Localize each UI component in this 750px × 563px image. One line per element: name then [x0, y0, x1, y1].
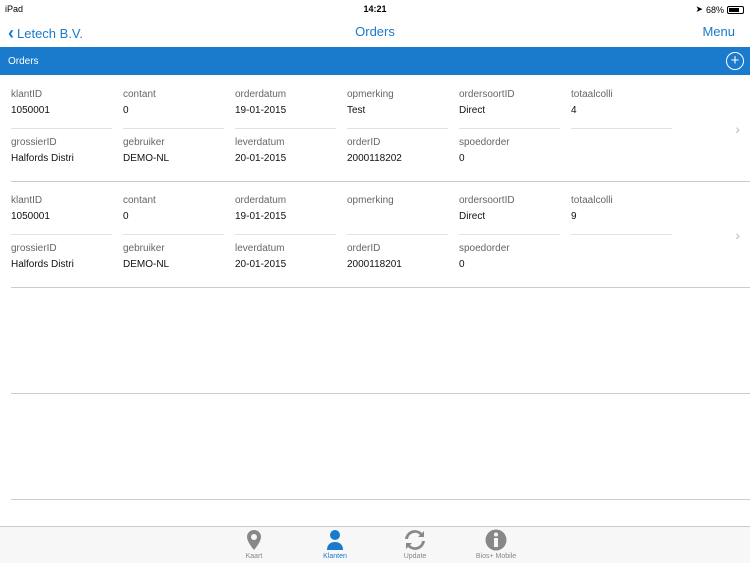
field-label: opmerking [347, 89, 394, 100]
field-label: leverdatum [235, 137, 285, 148]
field-contant: contant 0 [123, 195, 224, 235]
field-totaalcolli: totaalcolli 9 [571, 195, 672, 235]
field-label: spoedorder [459, 243, 510, 254]
person-icon [327, 530, 343, 550]
field-label: spoedorder [459, 137, 510, 148]
field-label: totaalcolli [571, 195, 613, 206]
field-value: DEMO-NL [123, 153, 170, 164]
field-value: 0 [459, 153, 465, 164]
section-title: Orders [8, 56, 39, 67]
field-label: orderID [347, 137, 381, 148]
field-label: klantID [11, 89, 43, 100]
chevron-right-icon: › [735, 227, 740, 243]
field-label: orderdatum [235, 195, 287, 206]
field-value: 19-01-2015 [235, 211, 287, 222]
chevron-right-icon: › [735, 121, 740, 137]
field-value: 1050001 [11, 211, 50, 222]
field-klantid: klantID 1050001 [11, 89, 112, 129]
field-gebruiker: gebruiker DEMO-NL [123, 137, 224, 171]
empty-row [11, 288, 750, 394]
field-label: leverdatum [235, 243, 285, 254]
field-label: grossierID [11, 137, 57, 148]
field-value: 0 [459, 259, 465, 270]
location-icon: ➤ [695, 4, 703, 14]
empty-row [11, 394, 750, 500]
field-value: 9 [571, 211, 577, 222]
field-value: 4 [571, 105, 577, 116]
tab-bar: Kaart Klanten Update Bios+ Mobile [0, 526, 750, 563]
battery-percent: 68% [705, 4, 724, 15]
field-label: orderID [347, 243, 381, 254]
field-spoedorder: spoedorder 0 [459, 137, 560, 171]
field-orderid: orderID 2000118202 [347, 137, 448, 171]
status-bar: iPad 14:21 ➤ 68% [0, 0, 750, 18]
tab-bios-mobile[interactable]: Bios+ Mobile [466, 529, 526, 560]
field-label: contant [123, 195, 156, 206]
order-row[interactable]: klantID 1050001 contant 0 orderdatum 19-01-20… [11, 181, 750, 288]
tab-update[interactable]: Update [385, 529, 445, 560]
field-value [347, 211, 448, 229]
order-row[interactable]: klantID 1050001 contant 0 orderdatum 19-01-20… [11, 75, 750, 182]
page-title: Orders [355, 24, 395, 39]
field-opmerking: opmerking [347, 195, 448, 235]
field-value: 0 [123, 105, 129, 116]
add-order-button[interactable]: + [726, 52, 744, 70]
field-value: Direct [459, 105, 486, 116]
field-ordersoortid: ordersoortID Direct [459, 195, 560, 235]
field-label: gebruiker [123, 137, 165, 148]
field-value: Test [347, 105, 366, 116]
field-gebruiker: gebruiker DEMO-NL [123, 243, 224, 277]
field-leverdatum: leverdatum 20-01-2015 [235, 137, 336, 171]
field-label: gebruiker [123, 243, 165, 254]
section-header: Orders + [0, 47, 750, 75]
field-opmerking: opmerking Test [347, 89, 448, 129]
field-value: Halfords Distri [11, 153, 74, 164]
tab-kaart[interactable]: Kaart [224, 529, 284, 560]
clock: 14:21 [363, 4, 387, 14]
field-value: 0 [123, 211, 129, 222]
field-value: 19-01-2015 [235, 105, 287, 116]
field-grossierid: grossierID Halfords Distri [11, 137, 112, 171]
field-label: contant [123, 89, 156, 100]
field-label: orderdatum [235, 89, 287, 100]
field-label: totaalcolli [571, 89, 613, 100]
field-ordersoortid: ordersoortID Direct [459, 89, 560, 129]
field-value: 1050001 [11, 105, 50, 116]
info-icon [485, 529, 507, 551]
field-value: 2000118202 [347, 153, 402, 164]
field-label: klantID [11, 195, 43, 206]
field-value: 20-01-2015 [235, 153, 287, 164]
field-value: DEMO-NL [123, 259, 170, 270]
field-spoedorder: spoedorder 0 [459, 243, 560, 277]
field-value: 20-01-2015 [235, 259, 287, 270]
field-klantid: klantID 1050001 [11, 195, 112, 235]
field-totaalcolli: totaalcolli 4 [571, 89, 672, 129]
field-orderid: orderID 2000118201 [347, 243, 448, 277]
field-value: Direct [459, 211, 486, 222]
map-pin-icon [247, 530, 261, 550]
field-value: Halfords Distri [11, 259, 74, 270]
field-label: ordersoortID [459, 89, 515, 100]
menu-button[interactable]: Menu [702, 24, 735, 39]
field-label: grossierID [11, 243, 57, 254]
field-leverdatum: leverdatum 20-01-2015 [235, 243, 336, 277]
field-label: opmerking [347, 195, 394, 206]
field-orderdatum: orderdatum 19-01-2015 [235, 195, 336, 235]
field-orderdatum: orderdatum 19-01-2015 [235, 89, 336, 129]
tab-klanten[interactable]: Klanten [305, 529, 365, 560]
battery-icon [727, 5, 744, 14]
field-label: ordersoortID [459, 195, 515, 206]
navigation-bar: ‹ Letech B.V. Orders Menu [0, 18, 750, 46]
field-value: 2000118201 [347, 259, 402, 270]
refresh-icon [405, 530, 425, 550]
field-grossierid: grossierID Halfords Distri [11, 243, 112, 277]
field-contant: contant 0 [123, 89, 224, 129]
